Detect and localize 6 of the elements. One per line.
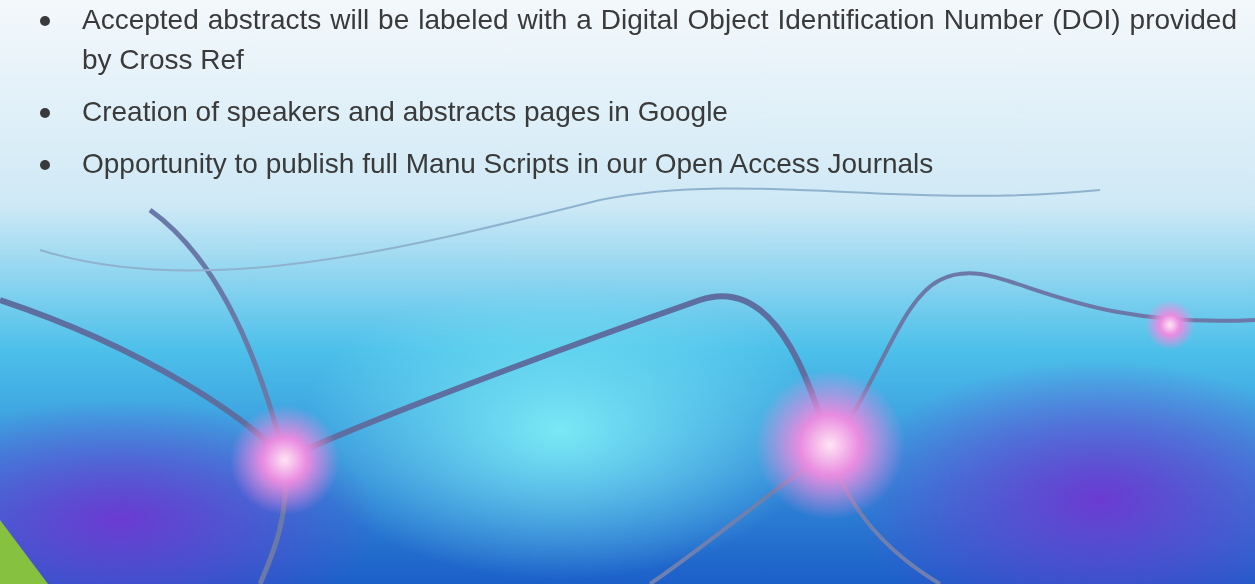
- benefit-text: Creation of speakers and abstracts pages in Google: [82, 95, 728, 129]
- bullet-icon: [40, 16, 50, 26]
- benefit-text: Opportunity to publish full Manu Scripts in our Open Access Journals: [82, 147, 934, 181]
- benefit-text: Accepted abstracts will be labeled with a Digital Object Identification Number (DOI) provided by Cross Ref: [82, 3, 1237, 77]
- bullet-icon: [40, 160, 50, 170]
- bullet-icon: [40, 108, 50, 118]
